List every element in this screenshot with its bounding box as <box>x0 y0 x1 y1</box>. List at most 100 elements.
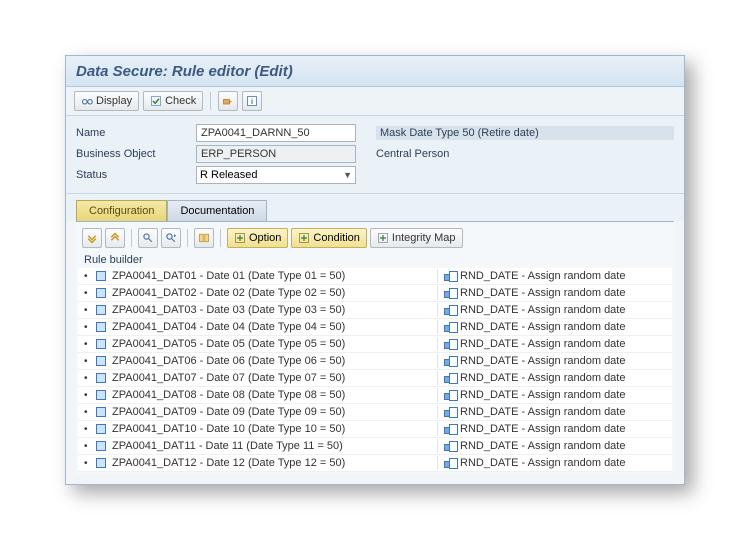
rule-left-cell: •ZPA0041_DAT09 - Date 09 (Date Type 09 =… <box>78 405 438 419</box>
bullet-icon: • <box>84 356 90 367</box>
rule-builder-header: Rule builder <box>78 252 672 268</box>
rule-field-text: ZPA0041_DAT12 - Date 12 (Date Type 12 = … <box>112 457 345 469</box>
field-icon <box>96 373 106 383</box>
rule-assignment-text: RND_DATE - Assign random date <box>460 338 625 350</box>
rule-row[interactable]: •ZPA0041_DAT11 - Date 11 (Date Type 11 =… <box>78 438 672 455</box>
business-object-description: Central Person <box>376 148 674 160</box>
field-icon <box>96 390 106 400</box>
rule-assignment-text: RND_DATE - Assign random date <box>460 423 625 435</box>
layout-button[interactable] <box>194 228 214 248</box>
name-field[interactable] <box>196 124 356 142</box>
chevron-down-icon: ▼ <box>343 170 352 180</box>
rule-row[interactable]: • ZPA0041_DAT06 - Date 06 (Date Type 06 =… <box>78 353 672 370</box>
assign-icon <box>444 441 456 451</box>
add-integrity-map-button[interactable]: Integrity Map <box>370 228 463 248</box>
rule-right-cell: RND_DATE - Assign random date <box>438 456 672 470</box>
collapse-all-button[interactable] <box>105 228 125 248</box>
transport-button[interactable] <box>218 91 238 111</box>
form-area: Name Mask Date Type 50 (Retire date) Bus… <box>66 116 684 194</box>
rule-row[interactable]: •ZPA0041_DAT01 - Date 01 (Date Type 01 =… <box>78 268 672 285</box>
info-button[interactable]: i <box>242 91 262 111</box>
divider <box>131 229 132 247</box>
rule-left-cell: •ZPA0041_DAT11 - Date 11 (Date Type 11 =… <box>78 439 438 453</box>
rule-right-cell: RND_DATE - Assign random date <box>438 405 672 419</box>
rule-field-text: ZPA0041_DAT09 - Date 09 (Date Type 09 = … <box>112 406 345 418</box>
rule-row[interactable]: •ZPA0041_DAT10 - Date 10 (Date Type 10 =… <box>78 421 672 438</box>
assign-icon <box>444 322 456 332</box>
check-label: Check <box>165 95 196 107</box>
add-option-button[interactable]: Option <box>227 228 288 248</box>
rule-assignment-text: RND_DATE - Assign random date <box>460 389 625 401</box>
rule-row[interactable]: •ZPA0041_DAT12 - Date 12 (Date Type 12 =… <box>78 455 672 472</box>
name-label: Name <box>76 127 196 139</box>
status-dropdown[interactable]: R Released ▼ <box>196 166 356 184</box>
expand-down-icon <box>86 232 98 244</box>
rule-row[interactable]: •ZPA0041_DAT05 - Date 05 (Date Type 05 =… <box>78 336 672 353</box>
rule-field-text: ZPA0041_DAT06 - Date 06 (Date Type 06 = … <box>112 355 345 367</box>
rule-right-cell: RND_DATE - Assign random date <box>438 371 672 385</box>
rule-right-cell: RND_DATE - Assign random date <box>438 320 672 334</box>
status-label: Status <box>76 169 196 181</box>
rule-row[interactable]: •ZPA0041_DAT03 - Date 03 (Date Type 03 =… <box>78 302 672 319</box>
display-button[interactable]: Display <box>74 91 139 111</box>
rule-left-cell: •ZPA0041_DAT02 - Date 02 (Date Type 02 =… <box>78 286 438 300</box>
display-label: Display <box>96 95 132 107</box>
rule-row[interactable]: •ZPA0041_DAT09 - Date 09 (Date Type 09 =… <box>78 404 672 421</box>
rule-field-text: ZPA0041_DAT01 - Date 01 (Date Type 01 = … <box>112 270 345 282</box>
find-button[interactable] <box>138 228 158 248</box>
rule-left-cell: •ZPA0041_DAT07 - Date 07 (Date Type 07 =… <box>78 371 438 385</box>
rule-left-cell: •ZPA0041_DAT12 - Date 12 (Date Type 12 =… <box>78 456 438 470</box>
rule-assignment-text: RND_DATE - Assign random date <box>460 287 625 299</box>
rule-right-cell: RND_DATE - Assign random date <box>438 286 672 300</box>
svg-text:i: i <box>251 97 253 106</box>
field-icon <box>96 424 106 434</box>
find-next-icon <box>165 232 177 244</box>
rule-field-text: ZPA0041_DAT11 - Date 11 (Date Type 11 = … <box>112 440 343 452</box>
plus-icon <box>377 232 389 244</box>
assign-icon <box>444 424 456 434</box>
rule-assignment-text: RND_DATE - Assign random date <box>460 270 625 282</box>
expand-all-button[interactable] <box>82 228 102 248</box>
titlebar: Data Secure: Rule editor (Edit) <box>66 56 684 87</box>
tab-content: Option Condition Integrity Map Rule buil… <box>76 221 674 474</box>
bullet-icon: • <box>84 322 90 333</box>
rule-row[interactable]: •ZPA0041_DAT02 - Date 02 (Date Type 02 =… <box>78 285 672 302</box>
rule-assignment-text: RND_DATE - Assign random date <box>460 355 625 367</box>
field-icon <box>96 407 106 417</box>
assign-icon <box>444 339 456 349</box>
rule-assignment-text: RND_DATE - Assign random date <box>460 406 625 418</box>
tab-configuration[interactable]: Configuration <box>76 200 167 221</box>
rule-right-cell: RND_DATE - Assign random date <box>438 303 672 317</box>
divider <box>187 229 188 247</box>
add-condition-button[interactable]: Condition <box>291 228 366 248</box>
glasses-icon <box>81 95 93 107</box>
name-description: Mask Date Type 50 (Retire date) <box>376 126 674 140</box>
rule-field-text: ZPA0041_DAT10 - Date 10 (Date Type 10 = … <box>112 423 345 435</box>
status-value: R Released <box>200 169 257 181</box>
rule-left-cell: •ZPA0041_DAT01 - Date 01 (Date Type 01 =… <box>78 269 438 283</box>
integrity-label: Integrity Map <box>392 232 456 244</box>
business-object-label: Business Object <box>76 148 196 160</box>
find-next-button[interactable] <box>161 228 181 248</box>
rule-right-cell: RND_DATE - Assign random date <box>438 439 672 453</box>
rule-right-cell: RND_DATE - Assign random date <box>438 269 672 283</box>
tab-documentation[interactable]: Documentation <box>167 200 267 221</box>
rule-right-cell: RND_DATE - Assign random date <box>438 337 672 351</box>
field-icon <box>96 356 106 366</box>
rule-row[interactable]: •ZPA0041_DAT07 - Date 07 (Date Type 07 =… <box>78 370 672 387</box>
inner-toolbar: Option Condition Integrity Map <box>78 224 672 252</box>
rule-assignment-text: RND_DATE - Assign random date <box>460 304 625 316</box>
option-label: Option <box>249 232 281 244</box>
rule-row[interactable]: •ZPA0041_DAT08 - Date 08 (Date Type 08 =… <box>78 387 672 404</box>
rule-left-cell: •ZPA0041_DAT03 - Date 03 (Date Type 03 =… <box>78 303 438 317</box>
rule-grid: • ZPA0041_DAT01 - Date 01 (Date Type 01 =… <box>78 268 672 472</box>
field-icon <box>96 288 106 298</box>
rule-assignment-text: RND_DATE - Assign random date <box>460 440 625 452</box>
rule-row[interactable]: •ZPA0041_DAT04 - Date 04 (Date Type 04 =… <box>78 319 672 336</box>
check-button[interactable]: Check <box>143 91 203 111</box>
field-icon <box>96 305 106 315</box>
rule-right-cell: RND_DATE - Assign random date <box>438 422 672 436</box>
assign-icon <box>444 390 456 400</box>
field-icon <box>96 271 106 281</box>
business-object-field[interactable] <box>196 145 356 163</box>
